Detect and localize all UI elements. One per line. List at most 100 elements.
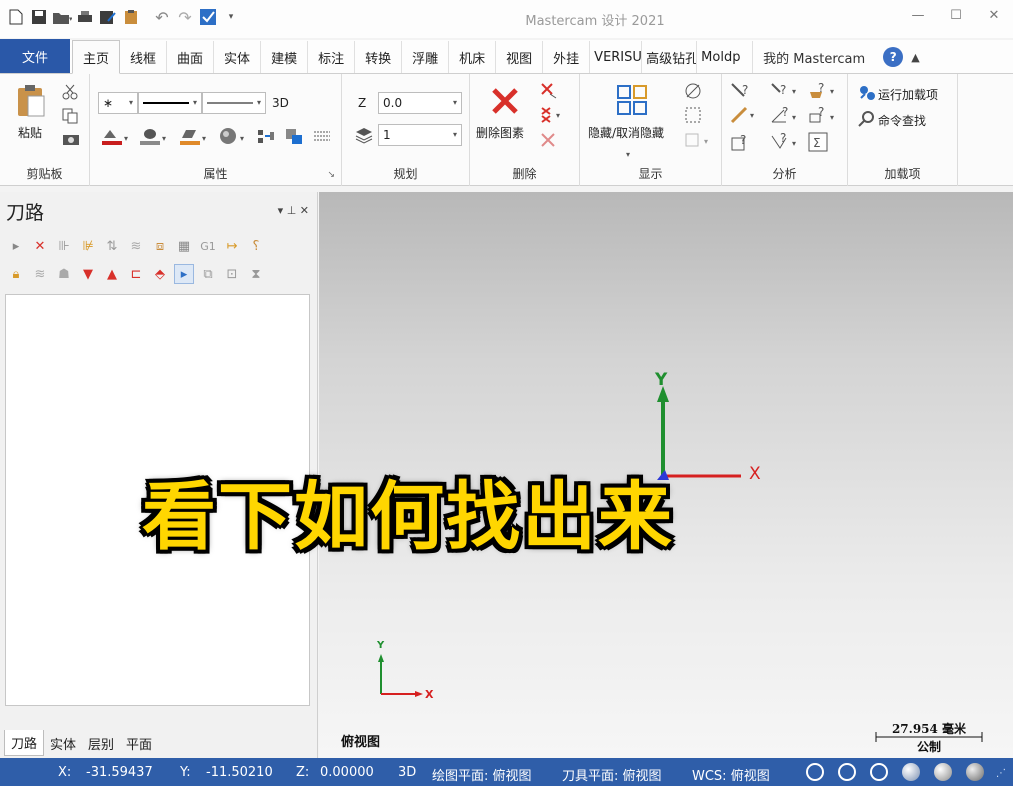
close-button[interactable]: ✕: [975, 0, 1013, 30]
delete-entity-icon[interactable]: [490, 86, 520, 119]
resize-grip-icon[interactable]: ⋰: [996, 768, 1006, 779]
run-addin-icon[interactable]: [858, 84, 876, 105]
toggle-display-icon[interactable]: ≋: [30, 264, 50, 284]
minimize-button[interactable]: —: [899, 0, 937, 30]
redo-icon[interactable]: ↷: [175, 7, 195, 27]
clear-colors-icon[interactable]: [312, 126, 332, 149]
new-file-icon[interactable]: [6, 7, 26, 27]
tab-transform[interactable]: 转换: [355, 41, 403, 73]
scroll-to-insert-icon[interactable]: ⬘: [150, 264, 170, 284]
surface-color-dropdown-icon[interactable]: ▾: [202, 130, 206, 144]
solid-color-dropdown-icon[interactable]: ▾: [162, 130, 166, 144]
paste-icon[interactable]: [16, 84, 46, 121]
maximize-button[interactable]: ☐: [937, 0, 975, 30]
hide-entity-icon[interactable]: [684, 106, 702, 127]
mode-3d-toggle[interactable]: 3D: [272, 96, 289, 110]
command-finder-button[interactable]: 命令查找: [878, 112, 926, 129]
hourglass-icon[interactable]: ⧗: [246, 264, 266, 284]
run-addin-button[interactable]: 运行加载项: [878, 86, 938, 103]
unhide-entity-icon[interactable]: ▾: [684, 132, 714, 153]
tab-addons[interactable]: 外挂: [543, 41, 591, 73]
save-icon[interactable]: [29, 7, 49, 27]
hide-unhide-dropdown-icon[interactable]: ▾: [626, 146, 630, 160]
surface-color-icon[interactable]: [178, 126, 202, 149]
verify-icon[interactable]: [198, 7, 218, 27]
delete-duplicate-icon[interactable]: [540, 82, 558, 103]
only-display-associated-icon[interactable]: ⧉: [198, 264, 218, 284]
tab-solids-manager[interactable]: 实体: [44, 730, 82, 756]
lock-icon[interactable]: 🔒︎: [6, 264, 26, 284]
analyze-entity-icon[interactable]: ?: [730, 82, 752, 105]
undelete-icon[interactable]: [540, 132, 558, 153]
backplot-icon[interactable]: ≋: [126, 236, 146, 256]
color-dropdown-icon[interactable]: ▾: [124, 130, 128, 144]
regenerate-selected-icon[interactable]: ⊪: [54, 236, 74, 256]
analyze-distance-icon[interactable]: ▾: [730, 106, 760, 129]
wireframe-color-icon[interactable]: [100, 126, 124, 149]
z-depth-select[interactable]: 0.0 ▾: [378, 92, 462, 114]
select-all-operations-icon[interactable]: ▸: [6, 236, 26, 256]
paste-button[interactable]: 粘贴: [18, 124, 42, 141]
line-style-select[interactable]: ▾: [138, 92, 202, 114]
blank-icon[interactable]: [684, 82, 702, 103]
set-attributes-icon[interactable]: [284, 126, 304, 149]
customize-icon[interactable]: ▾: [221, 7, 241, 27]
toggle-posting-icon[interactable]: ☗: [54, 264, 74, 284]
copy-icon[interactable]: [62, 108, 78, 127]
delete-entity-button[interactable]: 删除图素: [476, 124, 524, 141]
tab-my-mastercam[interactable]: 我的 Mastercam: [753, 41, 875, 73]
tab-planes[interactable]: 平面: [120, 730, 158, 756]
tab-relief[interactable]: 浮雕: [402, 41, 450, 73]
cut-icon[interactable]: [62, 84, 78, 103]
tab-file[interactable]: 文件: [0, 39, 70, 73]
help-icon[interactable]: ?: [883, 47, 904, 67]
statistics-icon[interactable]: Σ: [808, 132, 828, 155]
check-solid-icon[interactable]: ? ▾: [770, 131, 800, 155]
level-select[interactable]: 1 ▾: [378, 124, 462, 146]
undo-icon[interactable]: ↶: [152, 7, 172, 27]
tab-advanced-drilling[interactable]: 高级钻孔: [642, 41, 698, 73]
analyze-position-icon[interactable]: ? ▾: [770, 82, 800, 105]
hidden-removed-icon[interactable]: [870, 763, 888, 781]
open-folder-icon[interactable]: ▾: [52, 7, 72, 27]
tab-surfaces[interactable]: 曲面: [167, 41, 215, 73]
hide-unhide-button[interactable]: 隐藏/取消隐藏: [588, 124, 664, 141]
translucency-icon[interactable]: [966, 763, 984, 781]
tab-home[interactable]: 主页: [72, 40, 121, 74]
analyze-chain-icon[interactable]: ? ▾: [808, 105, 838, 129]
wireframe-display-icon[interactable]: [806, 763, 824, 781]
post-selected-icon[interactable]: ▦: [174, 236, 194, 256]
print-icon[interactable]: [75, 7, 95, 27]
save-as-icon[interactable]: [98, 7, 118, 27]
collapse-ribbon-icon[interactable]: ▲: [911, 51, 919, 64]
select-all-invalid-icon[interactable]: ✕: [30, 236, 50, 256]
screenshot-icon[interactable]: [62, 132, 80, 149]
tab-solids[interactable]: 实体: [214, 41, 262, 73]
tab-model[interactable]: 建模: [261, 41, 309, 73]
tab-moldplus[interactable]: Moldp: [697, 41, 754, 73]
set-all-icon[interactable]: [256, 126, 276, 149]
line-width-select[interactable]: ▾: [202, 92, 266, 114]
shaded-icon[interactable]: [902, 763, 920, 781]
move-down-icon[interactable]: ▼: [78, 264, 98, 284]
solid-color-icon[interactable]: [138, 126, 162, 149]
delete-advanced-icon[interactable]: ▾: [540, 106, 566, 127]
material-icon[interactable]: [218, 126, 238, 149]
tab-machine[interactable]: 机床: [449, 41, 497, 73]
only-display-selected-icon[interactable]: ▸: [174, 264, 194, 284]
clipboard-icon[interactable]: [121, 7, 141, 27]
tool-plane-status[interactable]: 刀具平面: 俯视图: [562, 765, 662, 784]
hidden-line-icon[interactable]: [838, 763, 856, 781]
tab-levels[interactable]: 层别: [82, 730, 120, 756]
tab-annotate[interactable]: 标注: [308, 41, 356, 73]
point-style-select[interactable]: ∗ ▾: [98, 92, 138, 114]
highfeed-icon[interactable]: ↦: [222, 236, 242, 256]
analyze-volume-icon[interactable]: ? ▾: [808, 81, 838, 105]
move-up-icon[interactable]: ▲: [102, 264, 122, 284]
tab-view[interactable]: 视图: [496, 41, 544, 73]
hide-unhide-icon[interactable]: [616, 84, 648, 119]
command-finder-icon[interactable]: [858, 110, 876, 131]
material-dropdown-icon[interactable]: ▾: [240, 130, 244, 144]
help-toolpath-icon[interactable]: ⸮: [246, 236, 266, 256]
mode-3d-status[interactable]: 3D: [398, 765, 416, 780]
